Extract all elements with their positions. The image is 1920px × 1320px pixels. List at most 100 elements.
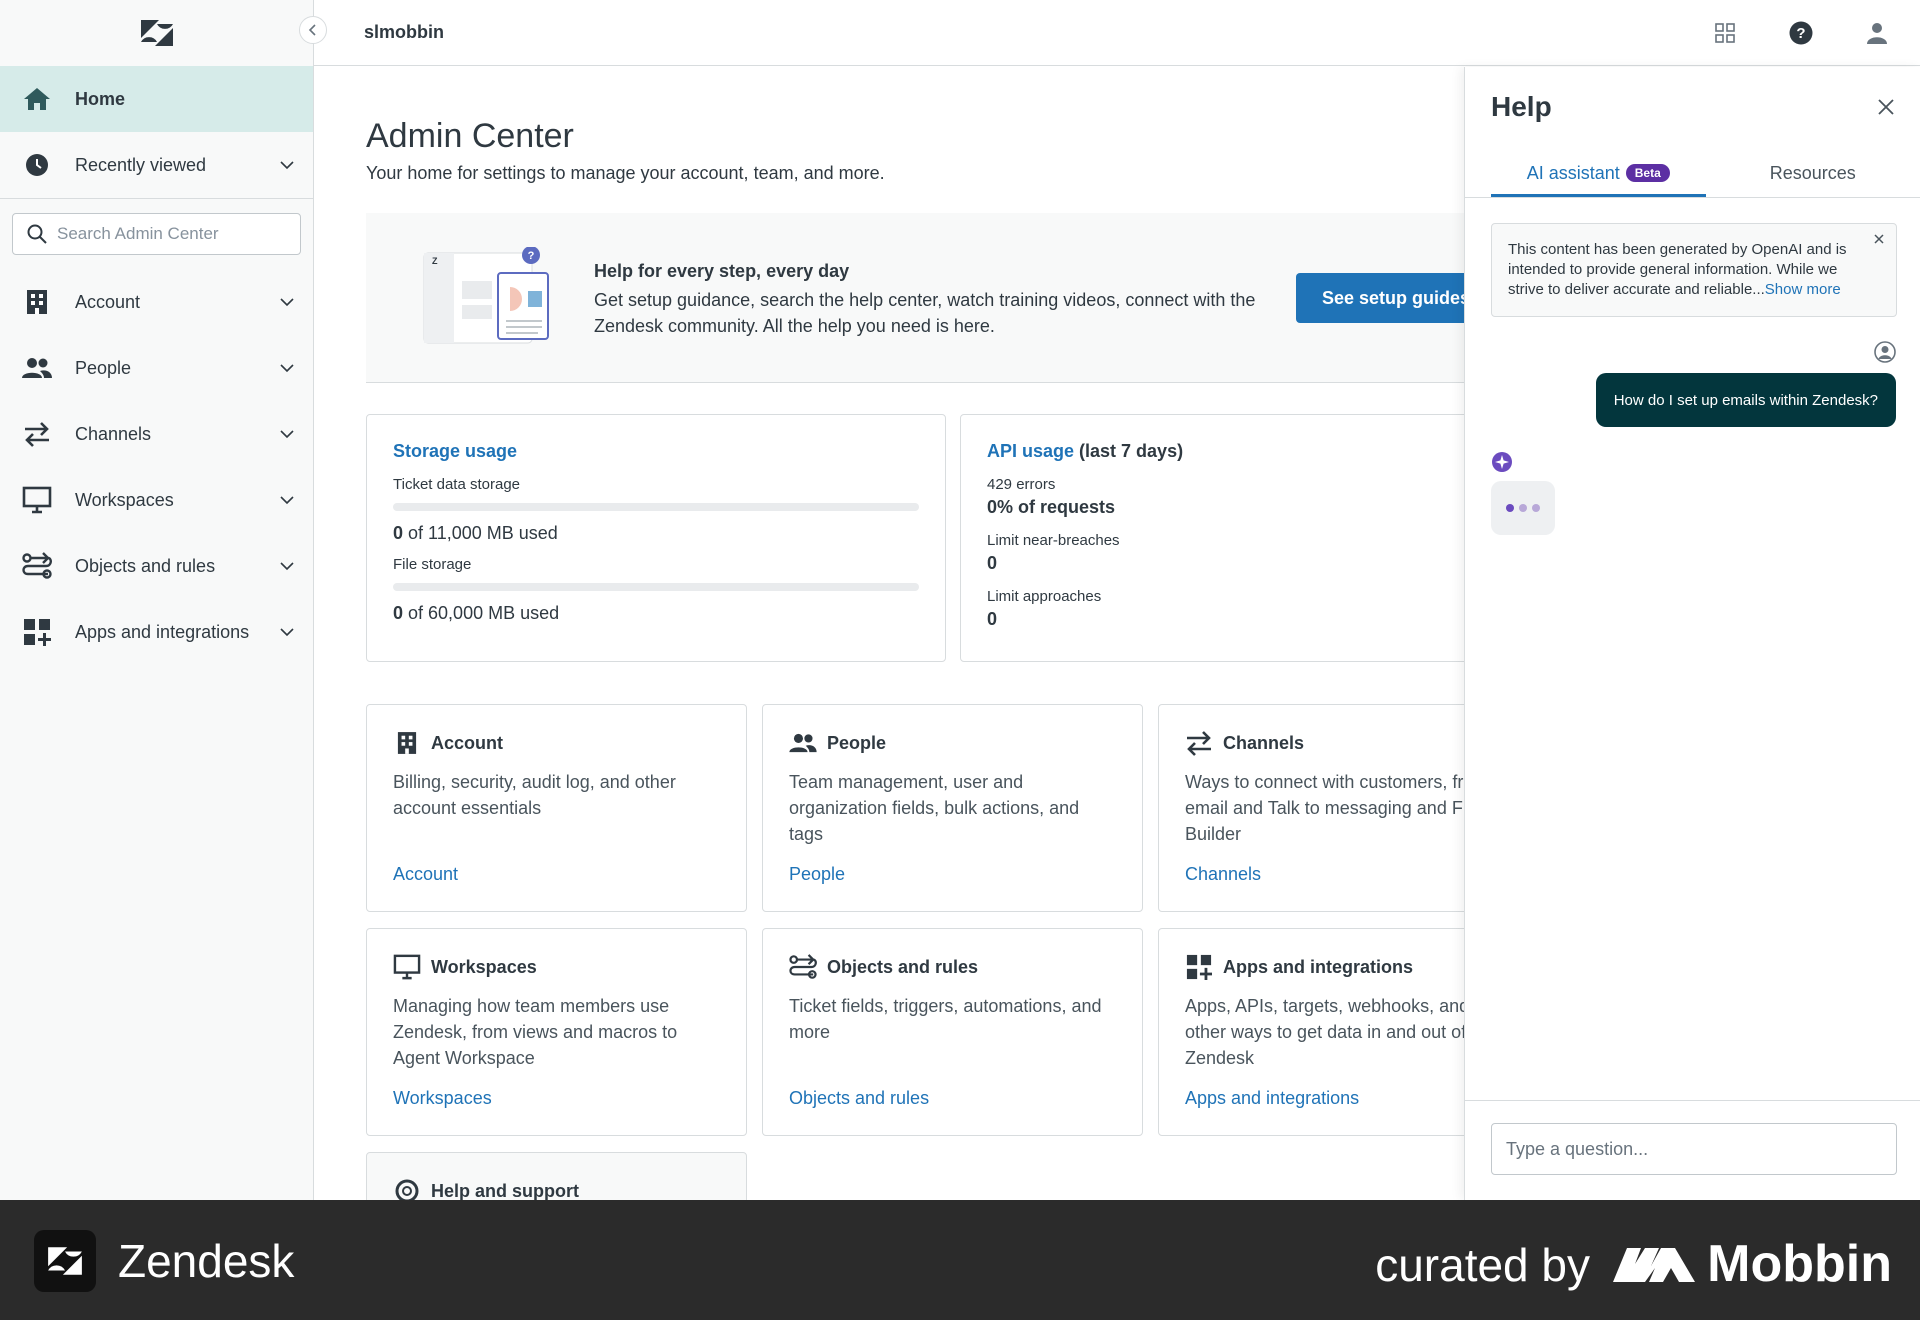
app-name: Zendesk <box>118 1235 295 1287</box>
sidebar-item-people[interactable]: People <box>0 335 313 401</box>
zendesk-logo-icon <box>34 1230 96 1292</box>
card-title: Storage usage <box>393 441 919 462</box>
api-errors-metric: 429 errors 0% of requests <box>987 476 1116 517</box>
people-icon <box>22 353 52 383</box>
tile-link-channels[interactable]: Channels <box>1185 864 1261 885</box>
sidebar-item-channels[interactable]: Channels <box>0 401 313 467</box>
search-wrap <box>0 199 313 269</box>
tile-channels: Channels Ways to connect with customers,… <box>1158 704 1464 912</box>
chevron-down-icon[interactable] <box>279 492 295 508</box>
building-icon <box>393 729 421 757</box>
home-icon <box>22 84 52 114</box>
brand-bar: Zendesk curated by Mobbin <box>0 1200 1920 1320</box>
user-message-bubble: How do I set up emails within Zendesk? <box>1595 373 1896 427</box>
people-icon <box>789 729 817 757</box>
beta-badge: Beta <box>1625 164 1670 182</box>
typing-indicator <box>1491 481 1555 535</box>
chevron-down-icon[interactable] <box>279 426 295 442</box>
tile-account: Account Billing, security, audit log, an… <box>366 704 747 912</box>
help-footer <box>1465 1100 1920 1200</box>
sidebar-item-workspaces[interactable]: Workspaces <box>0 467 313 533</box>
file-storage-value: 0 of 60,000 MB used <box>393 603 560 623</box>
tile-description: Managing how team members use Zendesk, f… <box>393 996 678 1068</box>
sidebar-item-label: Recently viewed <box>75 154 207 175</box>
tile-link-workspaces[interactable]: Workspaces <box>393 1088 492 1109</box>
sidebar-item-label: Channels <box>75 423 152 444</box>
close-icon[interactable] <box>1872 232 1886 246</box>
search-box[interactable] <box>12 213 301 255</box>
ticket-storage-label: Ticket data storage <box>393 476 521 493</box>
tile-help-and-support: Help and support <box>366 1152 747 1200</box>
help-tabs: AI assistant Beta Resources <box>1491 157 1920 197</box>
tile-description: Ticket fields, triggers, automations, an… <box>789 996 1102 1042</box>
tile-link-people[interactable]: People <box>789 864 845 885</box>
banner-text: Get setup guidance, search the help cent… <box>594 290 1256 336</box>
arrows-icon <box>1185 729 1213 757</box>
collapse-sidebar-button[interactable] <box>299 16 327 44</box>
api-usage-link[interactable]: API usage <box>987 441 1074 461</box>
storage-usage-card: Storage usage Ticket data storage 0 of 1… <box>366 414 946 662</box>
search-input[interactable] <box>57 224 277 244</box>
tile-link-apps-and-integrations[interactable]: Apps and integrations <box>1185 1088 1359 1109</box>
tab-resources[interactable]: Resources <box>1706 157 1920 197</box>
see-setup-guides-button[interactable]: See setup guides <box>1296 273 1464 323</box>
chevron-down-icon[interactable] <box>279 294 295 310</box>
chevron-down-icon[interactable] <box>279 558 295 574</box>
tile-title: Objects and rules <box>789 953 1116 981</box>
mobbin-logo: Mobbin <box>1613 1234 1892 1294</box>
main-content: Admin Center Your home for settings to m… <box>314 67 1464 1200</box>
file-storage-progress <box>393 583 919 591</box>
question-input[interactable] <box>1491 1123 1897 1175</box>
user-avatar-icon <box>1874 341 1896 363</box>
user-menu-button[interactable] <box>1862 18 1892 48</box>
sidebar-item-account[interactable]: Account <box>0 269 313 335</box>
topbar-icons: ? <box>1710 18 1892 48</box>
account-name: slmobbin <box>364 22 444 42</box>
product-tray-button[interactable] <box>1710 18 1740 48</box>
ticket-storage-progress <box>393 503 919 511</box>
tile-objects-and-rules: Objects and rules Ticket fields, trigger… <box>762 928 1143 1136</box>
sidebar-item-label: Workspaces <box>75 489 174 510</box>
user-icon <box>1867 23 1887 44</box>
tile-workspaces: Workspaces Managing how team members use… <box>366 928 747 1136</box>
file-storage-label: File storage <box>393 556 472 573</box>
tile-link-account[interactable]: Account <box>393 864 458 885</box>
zendesk-logo-icon[interactable] <box>139 18 175 48</box>
sidebar-item-label: Objects and rules <box>75 555 216 576</box>
flow-icon <box>789 953 817 981</box>
svg-text:?: ? <box>528 250 535 262</box>
help-panel: Help AI assistant Beta Resources This con… <box>1464 67 1920 1200</box>
api-breaches-metric: Limit near-breaches 0 <box>987 532 1120 573</box>
show-more-link[interactable]: Show more <box>1765 281 1841 298</box>
tab-ai-assistant[interactable]: AI assistant Beta <box>1491 157 1706 197</box>
sidebar-item-objects-and-rules[interactable]: Objects and rules <box>0 533 313 599</box>
grid-icon <box>1715 23 1735 43</box>
help-button[interactable]: ? <box>1786 18 1816 48</box>
tile-title: Workspaces <box>393 953 720 981</box>
tile-description: Team management, user and organization f… <box>789 772 1080 844</box>
tile-title: Account <box>393 729 720 757</box>
search-icon <box>27 224 47 244</box>
chevron-down-icon[interactable] <box>279 624 295 640</box>
sidebar-item-label: Account <box>75 291 141 312</box>
lifebuoy-icon <box>393 1177 421 1200</box>
close-icon[interactable] <box>1876 97 1896 117</box>
sidebar-item-recently-viewed[interactable]: Recently viewed <box>0 132 313 198</box>
chevron-left-icon <box>308 24 316 36</box>
storage-usage-link[interactable]: Storage usage <box>393 441 517 461</box>
chevron-down-icon[interactable] <box>279 157 295 173</box>
chevron-down-icon[interactable] <box>279 360 295 376</box>
building-icon <box>22 287 52 317</box>
sidebar-item-label: People <box>75 357 132 378</box>
sidebar-item-home[interactable]: Home <box>0 66 313 132</box>
sidebar-item-apps-and-integrations[interactable]: Apps and integrations <box>0 599 313 665</box>
svg-text:Z: Z <box>432 256 438 266</box>
monitor-icon <box>393 953 421 981</box>
sidebar: Home Recently viewed Account People Chan… <box>0 0 327 1200</box>
tile-description: Billing, security, audit log, and other … <box>393 772 676 818</box>
tile-link-objects-and-rules[interactable]: Objects and rules <box>789 1088 929 1109</box>
api-usage-card: API usage (last 7 days) 429 errors 0% of… <box>960 414 1464 662</box>
tile-people: People Team management, user and organiz… <box>762 704 1143 912</box>
svg-text:?: ? <box>1796 25 1805 42</box>
tile-title: Apps and integrations <box>1185 953 1464 981</box>
